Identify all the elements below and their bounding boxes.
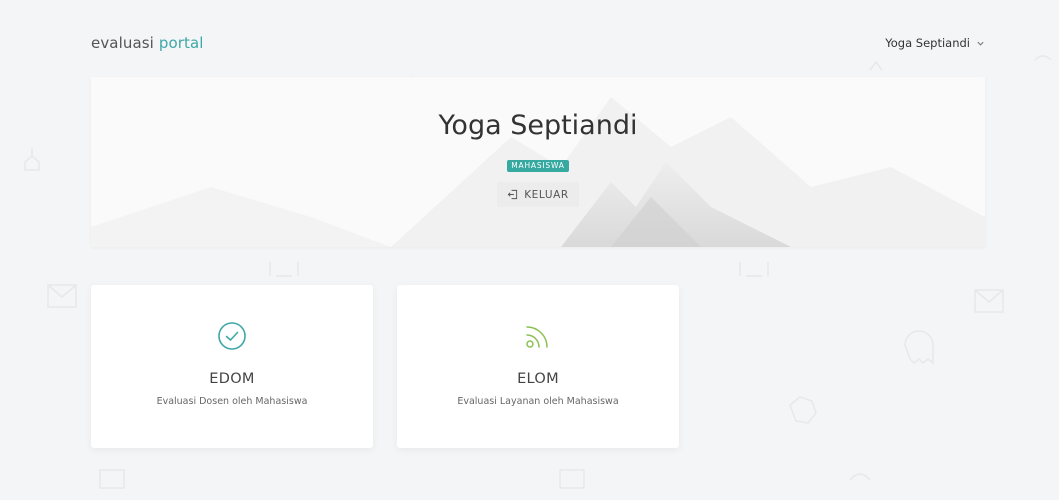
user-menu-name: Yoga Septiandi	[885, 36, 970, 50]
logout-button[interactable]: KELUAR	[497, 182, 579, 207]
rss-icon	[526, 326, 548, 348]
top-navbar: evaluasi portal Yoga Septiandi	[91, 28, 985, 58]
page: evaluasi portal Yoga Septiandi Yoga Sept…	[0, 0, 1059, 500]
profile-banner: Yoga Septiandi MAHASISWA KELUAR	[91, 77, 985, 247]
brand-logo[interactable]: evaluasi portal	[91, 34, 204, 52]
role-badge: MAHASISWA	[507, 160, 569, 172]
brand-accent: portal	[158, 34, 204, 52]
brand-main: evaluasi	[91, 34, 154, 52]
chevron-down-icon	[977, 41, 984, 46]
card-elom[interactable]: ELOM Evaluasi Layanan oleh Mahasiswa	[397, 285, 679, 448]
logout-label: KELUAR	[524, 188, 569, 201]
logout-icon	[507, 189, 518, 200]
card-title: EDOM	[209, 371, 255, 387]
user-menu-dropdown[interactable]: Yoga Septiandi	[885, 36, 985, 50]
card-description: Evaluasi Dosen oleh Mahasiswa	[156, 396, 308, 407]
card-description: Evaluasi Layanan oleh Mahasiswa	[457, 396, 619, 407]
check-circle-icon	[218, 322, 246, 350]
card-edom[interactable]: EDOM Evaluasi Dosen oleh Mahasiswa	[91, 285, 373, 448]
card-title: ELOM	[517, 371, 559, 387]
profile-name: Yoga Septiandi	[438, 110, 638, 141]
profile-info: Yoga Septiandi MAHASISWA KELUAR	[91, 77, 985, 207]
